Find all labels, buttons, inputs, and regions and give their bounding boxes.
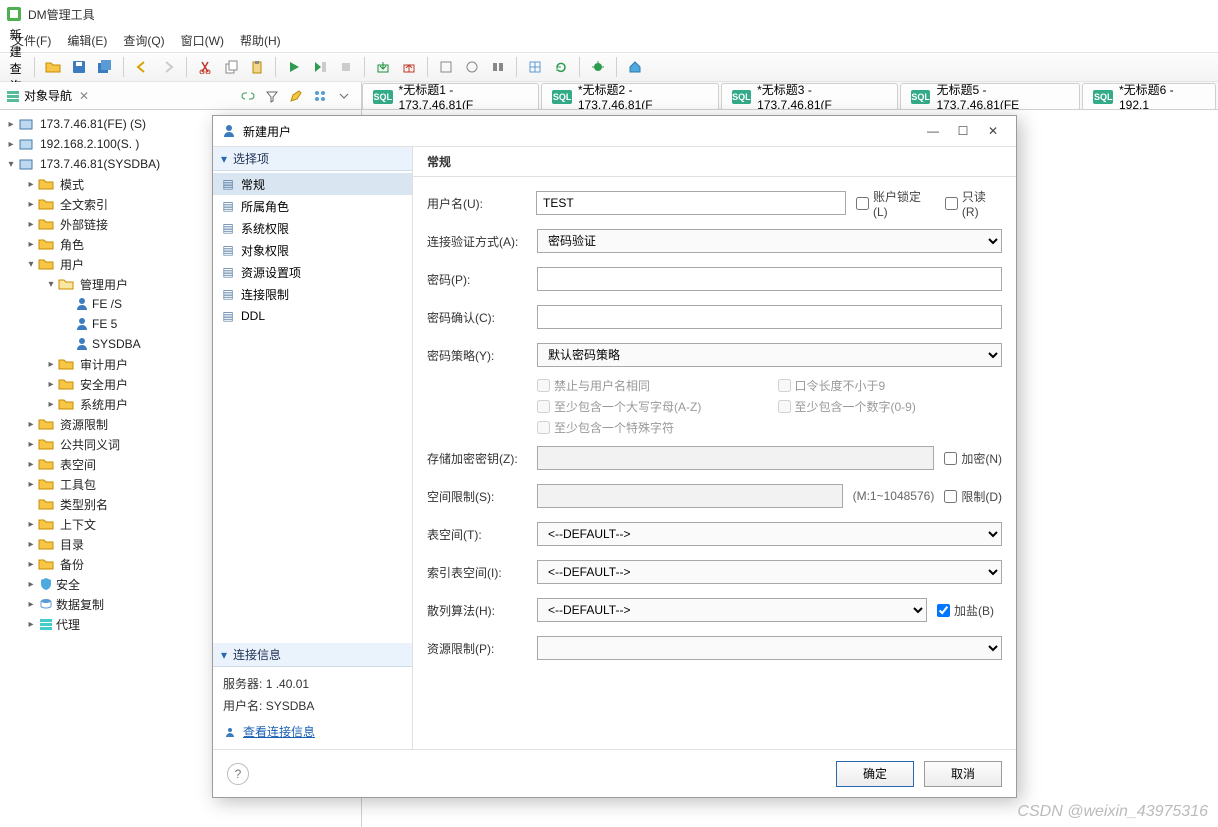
- readonly-checkbox[interactable]: 只读(R): [945, 188, 1002, 219]
- username-input[interactable]: [536, 191, 846, 215]
- encrypt-checkbox[interactable]: 加密(N): [944, 450, 1002, 467]
- index-tablespace-select[interactable]: <--DEFAULT-->: [537, 560, 1002, 584]
- form-header: 常规: [413, 147, 1016, 177]
- label-auth: 连接验证方式(A):: [427, 233, 527, 250]
- policy-check-2: 口令长度不小于9: [778, 377, 1003, 394]
- username-value: SYSDBA: [266, 699, 315, 713]
- view-conn-link[interactable]: 查看连接信息: [223, 721, 402, 743]
- option-obj-priv[interactable]: ▤对象权限: [213, 239, 412, 261]
- label-username: 用户名(U):: [427, 195, 526, 212]
- label-password-confirm: 密码确认(C):: [427, 309, 527, 326]
- dialog-title: 新建用户: [243, 123, 291, 140]
- server-value: 1 .40.01: [266, 677, 309, 691]
- option-conn-limit[interactable]: ▤连接限制: [213, 283, 412, 305]
- option-roles[interactable]: ▤所属角色: [213, 195, 412, 217]
- minimize-icon[interactable]: —: [918, 119, 948, 143]
- label-space-limit: 空间限制(S):: [427, 488, 527, 505]
- salt-checkbox[interactable]: 加盐(B): [937, 602, 994, 619]
- space-limit-hint: (M:1~1048576): [853, 489, 935, 503]
- enc-key-input: [537, 446, 934, 470]
- password-confirm-input[interactable]: [537, 305, 1002, 329]
- options-header[interactable]: ▾选择项: [213, 147, 412, 171]
- label-index-tablespace: 索引表空间(I):: [427, 564, 527, 581]
- option-general[interactable]: ▤常规: [213, 173, 412, 195]
- close-icon[interactable]: ✕: [978, 119, 1008, 143]
- space-limit-input: [537, 484, 843, 508]
- limit-checkbox[interactable]: 限制(D): [944, 488, 1002, 505]
- policy-check-1: 禁止与用户名相同: [537, 377, 762, 394]
- lock-checkbox[interactable]: 账户锁定(L): [856, 188, 935, 219]
- new-user-dialog: 新建用户 — ☐ ✕ ▾选择项 ▤常规 ▤所属角色 ▤系统权限 ▤对象权限 ▤资…: [212, 115, 1017, 798]
- maximize-icon[interactable]: ☐: [948, 119, 978, 143]
- ok-button[interactable]: 确定: [836, 761, 914, 787]
- policy-select[interactable]: 默认密码策略: [537, 343, 1002, 367]
- policy-check-4: 至少包含一个数字(0-9): [778, 398, 1003, 415]
- resource-limit-select[interactable]: [537, 636, 1002, 660]
- dialog-overlay: 新建用户 — ☐ ✕ ▾选择项 ▤常规 ▤所属角色 ▤系统权限 ▤对象权限 ▤资…: [0, 0, 1218, 827]
- dialog-title-bar: 新建用户 — ☐ ✕: [213, 116, 1016, 146]
- conn-info-header[interactable]: ▾连接信息: [213, 643, 412, 667]
- user-form: 用户名(U): 账户锁定(L) 只读(R) 连接验证方式(A): 密码验证 密码…: [413, 177, 1016, 749]
- dialog-sidebar: ▾选择项 ▤常规 ▤所属角色 ▤系统权限 ▤对象权限 ▤资源设置项 ▤连接限制 …: [213, 147, 413, 749]
- dialog-footer: ? 确定 取消: [213, 749, 1016, 797]
- label-enc-key: 存储加密密钥(Z):: [427, 450, 527, 467]
- password-input[interactable]: [537, 267, 1002, 291]
- policy-check-5: 至少包含一个特殊字符: [537, 419, 762, 436]
- cancel-button[interactable]: 取消: [924, 761, 1002, 787]
- label-tablespace: 表空间(T):: [427, 526, 527, 543]
- option-resource[interactable]: ▤资源设置项: [213, 261, 412, 283]
- auth-select[interactable]: 密码验证: [537, 229, 1002, 253]
- hash-select[interactable]: <--DEFAULT-->: [537, 598, 927, 622]
- label-password: 密码(P):: [427, 271, 527, 288]
- label-resource-limit: 资源限制(P):: [427, 640, 527, 657]
- help-icon[interactable]: ?: [227, 763, 249, 785]
- option-sys-priv[interactable]: ▤系统权限: [213, 217, 412, 239]
- policy-check-3: 至少包含一个大写字母(A-Z): [537, 398, 762, 415]
- option-ddl[interactable]: ▤DDL: [213, 305, 412, 327]
- label-hash: 散列算法(H):: [427, 602, 527, 619]
- label-policy: 密码策略(Y):: [427, 347, 527, 364]
- username-label: 用户名:: [223, 699, 262, 713]
- tablespace-select[interactable]: <--DEFAULT-->: [537, 522, 1002, 546]
- server-label: 服务器:: [223, 677, 262, 691]
